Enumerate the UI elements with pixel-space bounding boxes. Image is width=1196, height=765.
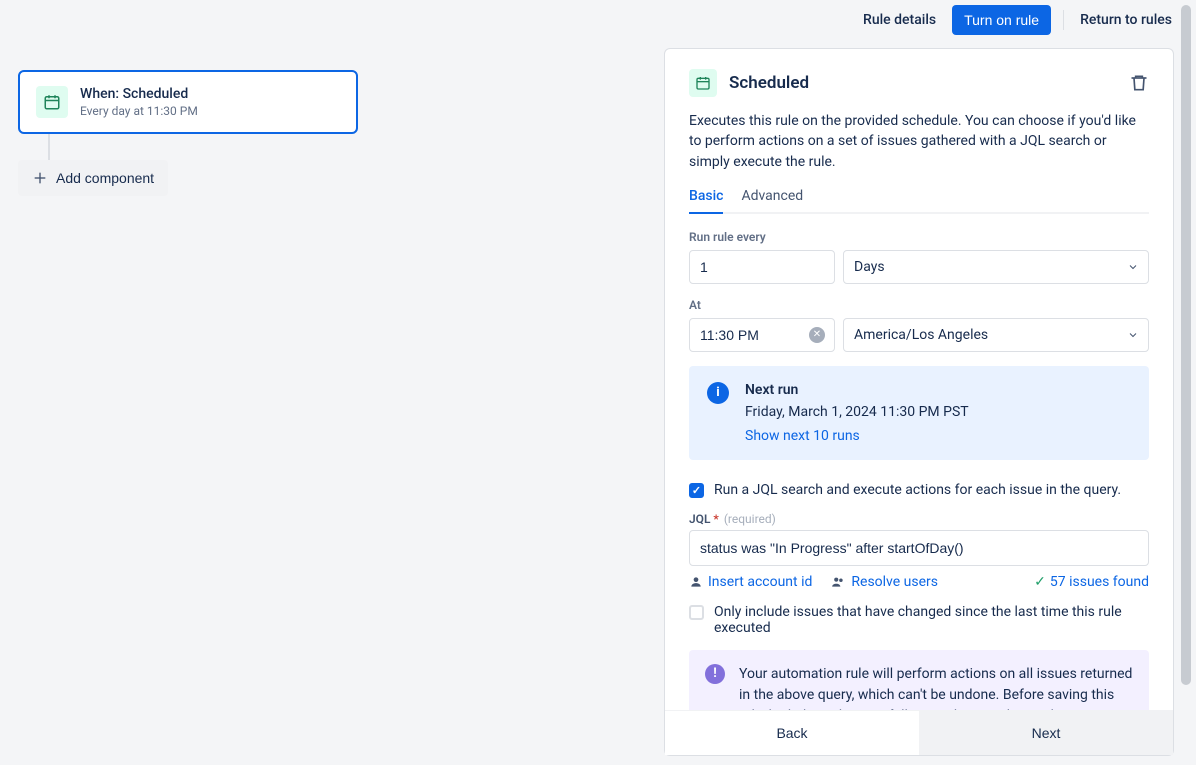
tabs: Basic Advanced — [689, 188, 1149, 214]
jql-search-checkbox-label: Run a JQL search and execute actions for… — [714, 482, 1121, 498]
calendar-icon — [36, 86, 68, 118]
page-scrollbar-track[interactable] — [1180, 2, 1194, 763]
back-button[interactable]: Back — [665, 711, 919, 755]
warning-text: Your automation rule will perform action… — [739, 664, 1133, 710]
jql-input[interactable] — [689, 530, 1149, 566]
rule-canvas: When: Scheduled Every day at 11:30 PM Ad… — [18, 70, 358, 196]
next-button[interactable]: Next — [919, 711, 1173, 755]
tab-basic[interactable]: Basic — [689, 188, 723, 214]
users-icon — [830, 575, 846, 589]
add-component-button[interactable]: Add component — [18, 160, 168, 196]
at-label: At — [689, 298, 1149, 312]
plus-icon — [32, 170, 48, 186]
info-icon: i — [707, 382, 729, 404]
issues-found-link[interactable]: ✓ 57 issues found — [1034, 574, 1149, 590]
timezone-select[interactable]: America/Los Angeles — [843, 318, 1149, 352]
trash-icon — [1129, 73, 1149, 93]
panel-description: Executes this rule on the provided sched… — [689, 111, 1149, 172]
next-run-title: Next run — [745, 382, 969, 398]
turn-on-rule-button[interactable]: Turn on rule — [952, 5, 1051, 35]
next-run-value: Friday, March 1, 2024 11:30 PM PST — [745, 404, 969, 420]
topbar-divider — [1063, 10, 1064, 30]
topbar: Rule details Turn on rule Return to rule… — [859, 0, 1176, 40]
config-panel: Scheduled Executes this rule on the prov… — [664, 48, 1174, 756]
resolve-users-link[interactable]: Resolve users — [830, 574, 938, 590]
panel-footer: Back Next — [665, 710, 1173, 755]
connector-line — [48, 134, 50, 160]
warning-box: ! Your automation rule will perform acti… — [689, 650, 1149, 710]
warning-icon: ! — [705, 664, 725, 684]
trigger-subtitle: Every day at 11:30 PM — [80, 104, 198, 118]
jql-search-checkbox[interactable] — [689, 483, 704, 498]
jql-label: JQL * (required) — [689, 512, 1149, 526]
return-to-rules-link[interactable]: Return to rules — [1076, 6, 1176, 34]
run-every-unit-value: Days — [843, 250, 1149, 284]
clear-time-button[interactable]: ✕ — [809, 327, 825, 343]
panel-title: Scheduled — [729, 73, 1117, 93]
only-changed-checkbox[interactable] — [689, 605, 704, 620]
rule-details-link[interactable]: Rule details — [859, 6, 940, 34]
timezone-value: America/Los Angeles — [843, 318, 1149, 352]
show-next-runs-link[interactable]: Show next 10 runs — [745, 428, 969, 444]
calendar-icon — [689, 69, 717, 97]
only-changed-label: Only include issues that have changed si… — [714, 604, 1149, 636]
run-every-unit-select[interactable]: Days — [843, 250, 1149, 284]
tab-advanced[interactable]: Advanced — [741, 188, 803, 212]
trigger-title: When: Scheduled — [80, 86, 198, 102]
next-run-info: i Next run Friday, March 1, 2024 11:30 P… — [689, 366, 1149, 460]
user-icon — [689, 575, 703, 589]
run-every-label: Run rule every — [689, 230, 1149, 244]
insert-account-id-link[interactable]: Insert account id — [689, 574, 812, 590]
run-every-value-input[interactable] — [689, 250, 835, 284]
page-scrollbar-thumb[interactable] — [1181, 5, 1191, 685]
check-icon: ✓ — [1034, 574, 1046, 590]
trigger-card-scheduled[interactable]: When: Scheduled Every day at 11:30 PM — [18, 70, 358, 134]
delete-button[interactable] — [1129, 73, 1149, 93]
add-component-label: Add component — [56, 170, 154, 186]
